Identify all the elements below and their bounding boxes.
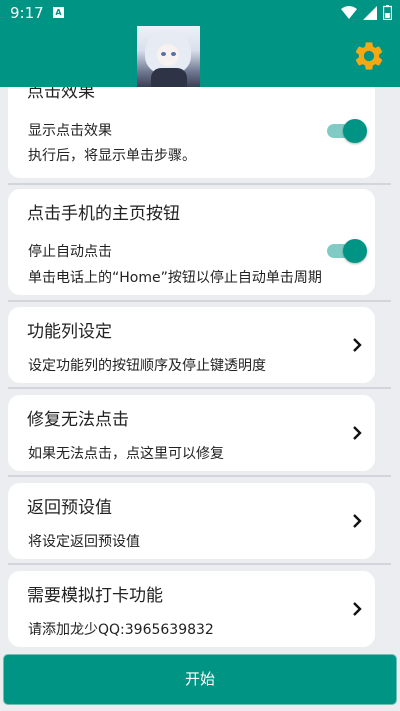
card-title: 功能列设定 (27, 322, 112, 342)
card-description: 单击电话上的“Home”按钮以停止自动单击周期 (28, 270, 322, 286)
card-toolbar-settings[interactable]: 功能列设定 设定功能列的按钮顺序及停止键透明度 (8, 307, 375, 383)
chevron-right-icon (353, 602, 362, 616)
divider (8, 387, 391, 389)
card-click-effect: 点击效果 显示点击效果 执行后，将显示单击步骤。 (8, 87, 375, 178)
status-time: 9:17 (10, 4, 44, 22)
card-home-button: 点击手机的主页按钮 停止自动点击 单击电话上的“Home”按钮以停止自动单击周期 (8, 189, 375, 295)
chevron-right-icon (353, 338, 362, 352)
card-description: 请添加龙少QQ:3965639832 (28, 622, 214, 638)
card-description: 如果无法点击，点这里可以修复 (28, 446, 224, 462)
card-simulated-checkin[interactable]: 需要模拟打卡功能 请添加龙少QQ:3965639832 (8, 571, 375, 647)
notification-icon: A (53, 7, 64, 18)
signal-icon (363, 5, 377, 20)
battery-icon (383, 5, 392, 20)
card-title: 需要模拟打卡功能 (27, 586, 163, 606)
avatar (137, 26, 200, 87)
show-click-effect-toggle[interactable] (327, 119, 367, 143)
card-description: 设定功能列的按钮顺序及停止键透明度 (28, 358, 266, 374)
chevron-right-icon (353, 514, 362, 528)
toggle-label: 显示点击效果 (28, 123, 112, 139)
gear-icon[interactable] (352, 39, 386, 73)
card-fix-click[interactable]: 修复无法点击 如果无法点击，点这里可以修复 (8, 395, 375, 471)
card-reset-defaults[interactable]: 返回预设值 将设定返回预设值 (8, 483, 375, 559)
card-title: 返回预设值 (27, 498, 112, 518)
wifi-icon (341, 5, 357, 19)
card-title: 点击效果 (27, 87, 95, 102)
divider (8, 475, 391, 477)
app-bar (0, 26, 400, 87)
divider (8, 183, 391, 185)
status-bar: 9:17 A (0, 0, 400, 26)
card-description: 执行后，将显示单击步骤。 (28, 148, 196, 164)
divider (8, 563, 391, 565)
card-description: 将设定返回预设值 (28, 534, 140, 550)
divider (8, 300, 391, 302)
card-title: 点击手机的主页按钮 (27, 204, 180, 224)
settings-list[interactable]: 点击效果 显示点击效果 执行后，将显示单击步骤。 点击手机的主页按钮 停止自动点… (0, 87, 400, 647)
card-title: 修复无法点击 (27, 410, 129, 430)
stop-auto-click-toggle[interactable] (327, 239, 367, 263)
status-icons (341, 5, 392, 20)
start-button[interactable]: 开始 (3, 654, 397, 705)
chevron-right-icon (353, 426, 362, 440)
toggle-label: 停止自动点击 (28, 244, 112, 260)
